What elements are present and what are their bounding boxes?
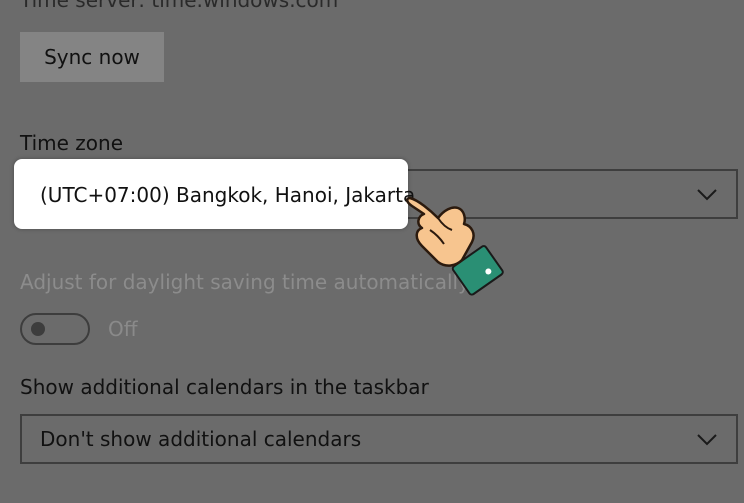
daylight-saving-toggle[interactable] <box>20 313 90 345</box>
additional-calendars-value: Don't show additional calendars <box>40 427 362 451</box>
sync-now-label: Sync now <box>44 45 140 69</box>
toggle-knob <box>31 322 45 336</box>
time-zone-value: (UTC+07:00) Bangkok, Hanoi, Jakarta <box>40 183 416 207</box>
daylight-saving-state: Off <box>108 317 138 341</box>
additional-calendars-dropdown[interactable]: Don't show additional calendars <box>20 414 738 464</box>
time-server-text: Time server: time.windows.com <box>20 0 339 12</box>
time-zone-label: Time zone <box>20 131 124 155</box>
chevron-down-icon <box>697 189 717 201</box>
sync-now-button[interactable]: Sync now <box>20 32 164 82</box>
chevron-down-icon <box>697 434 717 446</box>
hand-pointer-icon <box>406 196 504 296</box>
additional-calendars-label: Show additional calendars in the taskbar <box>20 375 429 399</box>
